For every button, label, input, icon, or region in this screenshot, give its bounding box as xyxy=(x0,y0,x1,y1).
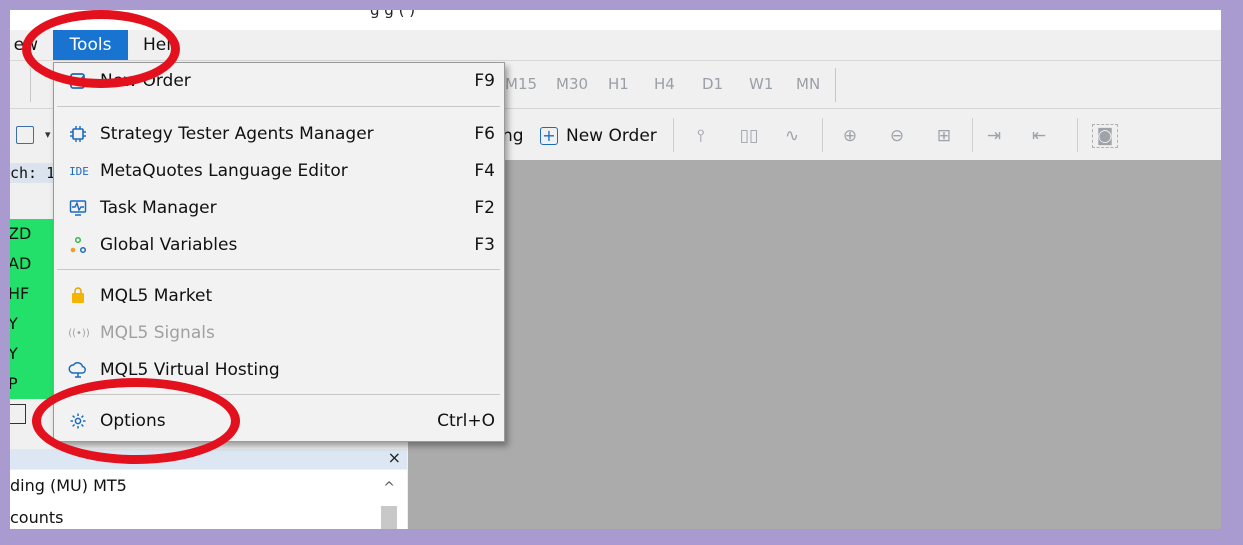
menu-item-label: MQL5 Market xyxy=(100,286,213,306)
symbol-row[interactable]: ZD xyxy=(10,219,54,249)
navigator-panel: ding (MU) MT5 counts ^ xyxy=(10,470,407,529)
new-order-button[interactable]: + New Order xyxy=(540,120,657,152)
symbol-row[interactable]: Y xyxy=(10,309,54,339)
chevron-down-icon[interactable]: ▾ xyxy=(45,128,51,141)
symbol-row[interactable]: HF xyxy=(10,279,54,309)
menu-item-shortcut: F9 xyxy=(474,71,495,91)
close-icon[interactable]: × xyxy=(388,448,401,467)
autoscroll-icon[interactable]: ⇥ xyxy=(981,124,1007,148)
ide-icon: IDE xyxy=(69,165,89,178)
toolbar-separator xyxy=(822,118,823,152)
menu-item-mql5-market[interactable]: MQL5 Market xyxy=(54,282,504,312)
menu-item-label: Strategy Tester Agents Manager xyxy=(100,124,374,144)
terminal-window: g g ( ) ew Tools Hel M15 M30 H1 H4 D1 W1… xyxy=(10,10,1221,529)
plus-icon: + xyxy=(540,127,558,145)
navigator-item[interactable]: ding (MU) MT5 xyxy=(10,476,127,495)
symbol-row[interactable]: AD xyxy=(10,249,54,279)
menu-separator xyxy=(57,269,500,270)
toolbar-separator xyxy=(1077,118,1078,152)
timeframe-m30[interactable]: M30 xyxy=(556,75,588,93)
menu-item-shortcut: F6 xyxy=(474,124,495,144)
chart-workspace xyxy=(408,160,1221,529)
menu-item-metaquotes-editor[interactable]: IDE MetaQuotes Language Editor F4 xyxy=(54,157,504,187)
toolbar-separator xyxy=(30,68,31,102)
scrollbar-thumb[interactable] xyxy=(381,506,397,529)
signals-icon: ((•)) xyxy=(68,328,90,339)
line-chart-icon[interactable]: ∿ xyxy=(779,124,805,148)
timeframe-mn[interactable]: MN xyxy=(796,75,820,93)
menu-item-label: MetaQuotes Language Editor xyxy=(100,161,348,181)
menu-item-mql5-signals[interactable]: ((•)) MQL5 Signals xyxy=(54,319,504,349)
menu-item-shortcut: Ctrl+O xyxy=(437,411,495,431)
title-bar: g g ( ) xyxy=(10,10,1221,30)
zoom-out-icon[interactable]: ⊖ xyxy=(884,124,910,148)
menu-item-shortcut: F4 xyxy=(474,161,495,181)
zoom-in-icon[interactable]: ⊕ xyxy=(837,124,863,148)
menu-item-task-manager[interactable]: Task Manager F2 xyxy=(54,194,504,224)
bar-chart-icon[interactable]: ⫯ xyxy=(688,124,714,148)
menu-item-label: Task Manager xyxy=(100,198,217,218)
window-title: g g ( ) xyxy=(370,10,416,19)
chart-shift-icon[interactable]: ⇤ xyxy=(1026,124,1052,148)
candlestick-icon[interactable]: ▯▯ xyxy=(736,124,762,148)
menu-item-shortcut: F3 xyxy=(474,235,495,255)
screenshot-icon[interactable]: ◙ xyxy=(1092,124,1118,148)
chart-icon[interactable] xyxy=(16,126,34,144)
toolbar-separator xyxy=(972,118,973,152)
menu-bar: ew Tools Hel xyxy=(10,30,1221,61)
toolbar-separator xyxy=(673,118,674,152)
menu-item-label: Global Variables xyxy=(100,235,238,255)
algo-trading-button-partial[interactable]: ng xyxy=(502,126,524,146)
global-variables-icon xyxy=(68,236,88,256)
scroll-up-icon[interactable]: ^ xyxy=(383,480,395,496)
timeframe-h1[interactable]: H1 xyxy=(608,75,629,93)
task-manager-icon xyxy=(68,199,88,219)
chip-icon xyxy=(68,125,88,145)
new-order-label: New Order xyxy=(566,126,657,146)
annotation-ring-tools xyxy=(22,10,180,88)
toolbar-separator xyxy=(835,68,836,102)
timeframe-m15[interactable]: M15 xyxy=(505,75,537,93)
timeframe-d1[interactable]: D1 xyxy=(702,75,723,93)
menu-item-strategy-tester-agents[interactable]: Strategy Tester Agents Manager F6 xyxy=(54,120,504,150)
cloud-icon xyxy=(68,361,88,381)
shopping-bag-icon xyxy=(68,287,88,307)
checkbox[interactable] xyxy=(10,404,26,424)
menu-item-label: MQL5 Virtual Hosting xyxy=(100,360,280,380)
menu-item-global-variables[interactable]: Global Variables F3 xyxy=(54,231,504,261)
symbol-row[interactable]: P xyxy=(10,369,54,399)
grid-icon[interactable]: ⊞ xyxy=(931,124,957,148)
menu-item-shortcut: F2 xyxy=(474,198,495,218)
timeframe-h4[interactable]: H4 xyxy=(654,75,675,93)
annotation-ring-options xyxy=(32,378,240,464)
menu-separator xyxy=(57,106,500,107)
menu-item-label: MQL5 Signals xyxy=(100,323,215,343)
navigator-item[interactable]: counts xyxy=(10,508,63,527)
timeframe-w1[interactable]: W1 xyxy=(749,75,773,93)
symbol-row[interactable]: Y xyxy=(10,339,54,369)
